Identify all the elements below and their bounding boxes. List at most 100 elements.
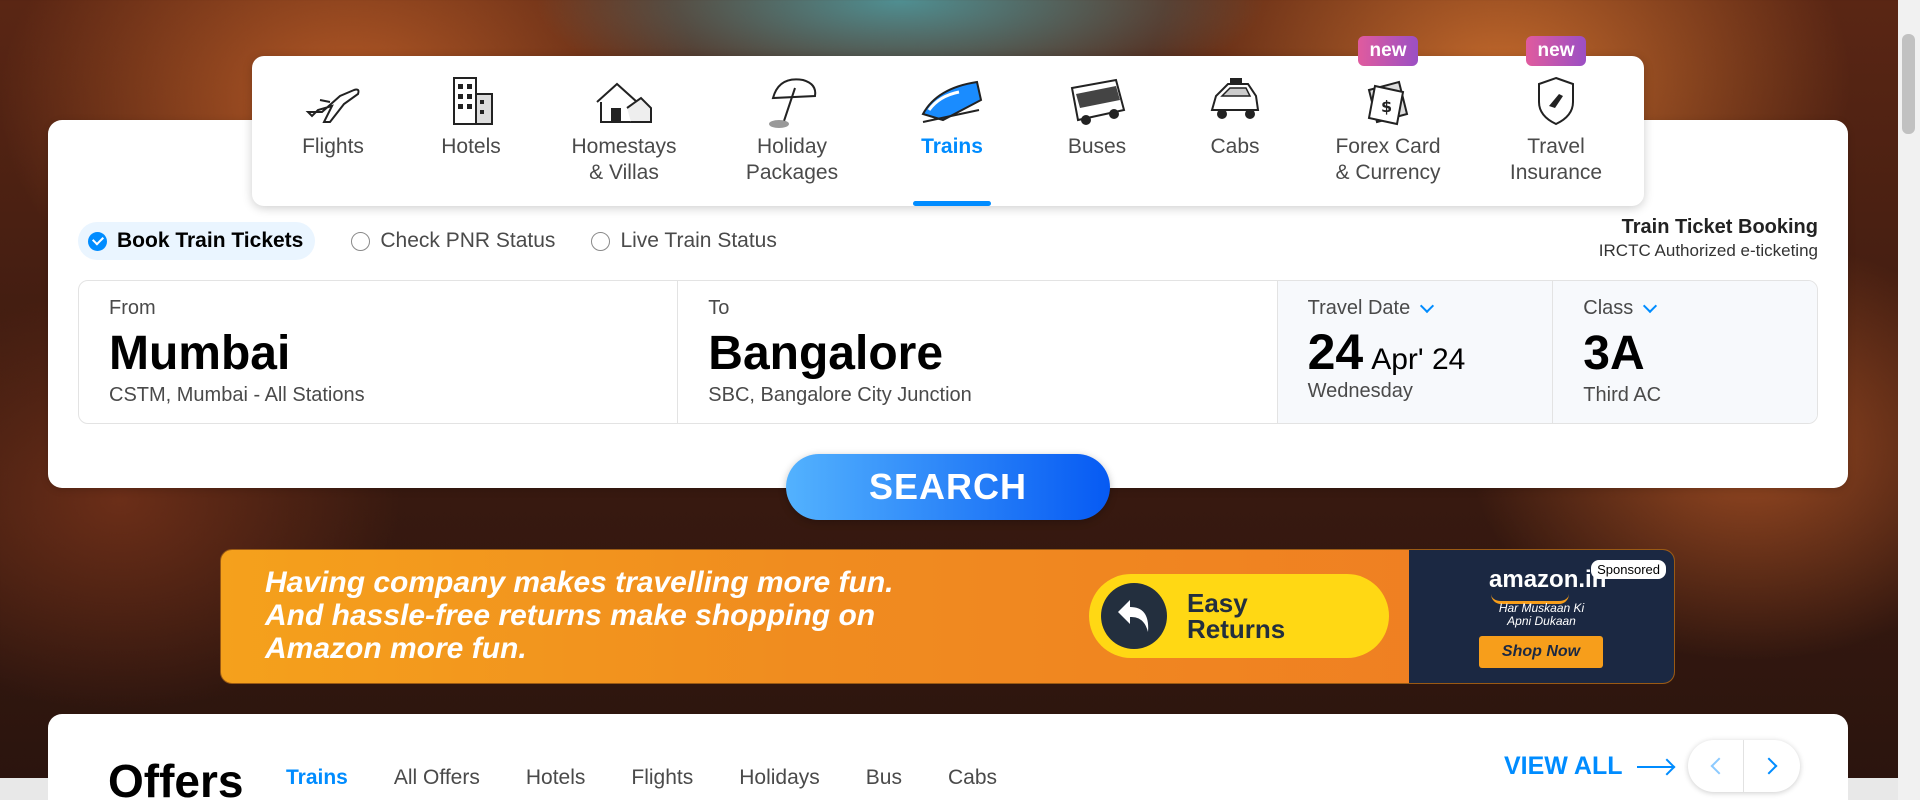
- nav-item-flights[interactable]: Flights: [264, 56, 402, 206]
- nav-item-buses[interactable]: Buses: [1028, 56, 1166, 206]
- ad-line: And hassle-free returns make shopping on: [265, 599, 876, 632]
- nav-item-hotels[interactable]: Hotels: [402, 56, 540, 206]
- nav-label: Holiday Packages: [745, 135, 839, 184]
- class-label-text: Class: [1583, 297, 1634, 319]
- travel-date-label: Travel Date: [1308, 297, 1553, 320]
- radio-icon: [591, 231, 611, 251]
- class-code: 3A: [1583, 327, 1645, 380]
- chevron-right-icon: [1760, 757, 1778, 775]
- offer-tab-trains[interactable]: Trains: [286, 766, 348, 790]
- chevron-down-icon: [1643, 298, 1658, 313]
- nav-label: Flights: [302, 135, 364, 158]
- active-tab-underline: [913, 201, 991, 206]
- to-field[interactable]: To Bangalore SBC, Bangalore City Junctio…: [678, 281, 1278, 423]
- option-label: Live Train Status: [620, 229, 777, 252]
- carousel-prev-button[interactable]: [1688, 740, 1744, 792]
- svg-text:$: $: [1381, 97, 1392, 116]
- offer-tab-all-offers[interactable]: All Offers: [394, 766, 480, 790]
- ad-line: Amazon more fun.: [265, 632, 527, 665]
- hotel-icon: [453, 77, 493, 125]
- to-city: Bangalore: [708, 327, 944, 380]
- cab-icon: [1210, 78, 1260, 119]
- offers-title: Offers: [108, 755, 244, 800]
- shop-now-button[interactable]: Shop Now: [1479, 636, 1603, 668]
- option-book-train-tickets[interactable]: Book Train Tickets: [78, 222, 316, 260]
- irctc-promo: Train Ticket Booking IRCTC Authorized e-…: [1560, 216, 1818, 261]
- offer-tab-cabs[interactable]: Cabs: [948, 766, 997, 790]
- travel-date-field[interactable]: Travel Date 24 Apr' 24 Wednesday: [1277, 281, 1554, 423]
- chevron-left-icon: [1710, 757, 1727, 775]
- amazon-logo: amazon.in: [1489, 566, 1607, 593]
- offer-tab-flights[interactable]: Flights: [631, 766, 693, 790]
- nav-item-holiday-packages[interactable]: Holiday Packages: [708, 56, 876, 206]
- class-label: Class: [1583, 297, 1817, 320]
- nav-item-trains[interactable]: Trains: [876, 56, 1028, 206]
- nav-item-homestays[interactable]: Homestays & Villas: [540, 56, 708, 206]
- amazon-panel: amazon.in Sponsored Har Muskaan Ki Apni …: [1409, 550, 1674, 683]
- arrow-right-icon: [1636, 765, 1673, 768]
- forex-card-icon: $: [1367, 80, 1409, 126]
- travel-date-label-text: Travel Date: [1307, 297, 1411, 319]
- nav-label: Cabs: [1210, 135, 1260, 158]
- plane-icon: [305, 88, 360, 123]
- amazon-ad-banner[interactable]: Having company makes travelling more fun…: [220, 549, 1675, 684]
- radio-checked-icon: [88, 231, 107, 251]
- easy-returns-pill: Easy Returns: [1089, 574, 1389, 658]
- pill-line: Returns: [1187, 614, 1286, 644]
- nav-item-travel-insurance[interactable]: new Travel Insurance: [1472, 36, 1640, 206]
- offer-tabs: Trains All Offers Hotels Flights Holiday…: [286, 766, 1043, 790]
- search-button[interactable]: SEARCH: [786, 454, 1110, 520]
- pill-line: Easy: [1187, 588, 1248, 618]
- amazon-tagline: Har Muskaan Ki Apni Dukaan: [1498, 601, 1585, 628]
- beach-umbrella-icon: [769, 78, 817, 128]
- view-all-label: VIEW ALL: [1504, 752, 1623, 780]
- from-station: CSTM, Mumbai - All Stations: [109, 384, 365, 406]
- class-field[interactable]: Class 3A Third AC: [1553, 281, 1817, 423]
- nav-label: Trains: [921, 135, 983, 158]
- nav-item-forex[interactable]: new $ Forex Card & Currency: [1304, 36, 1472, 206]
- carousel-next-button[interactable]: [1744, 740, 1800, 792]
- promo-title: Train Ticket Booking: [1621, 216, 1818, 238]
- product-nav: Flights Hotels Homestays & Villas Holida…: [252, 36, 1644, 206]
- from-city: Mumbai: [109, 327, 291, 380]
- option-live-train-status[interactable]: Live Train Status: [591, 222, 777, 260]
- nav-label: Travel Insurance: [1509, 135, 1603, 184]
- from-field[interactable]: From Mumbai CSTM, Mumbai - All Stations: [79, 281, 679, 423]
- date-month-year: Apr' 24: [1371, 343, 1466, 376]
- return-arrow-icon: [1101, 583, 1167, 649]
- scrollbar[interactable]: [1898, 0, 1920, 800]
- new-badge: new: [1526, 36, 1586, 66]
- date-value: 24 Apr' 24: [1308, 326, 1553, 378]
- nav-label: Forex Card & Currency: [1335, 135, 1441, 184]
- scrollbar-thumb[interactable]: [1902, 34, 1915, 134]
- promo-subtitle: IRCTC Authorized e-ticketing: [1598, 241, 1818, 260]
- from-label: From: [109, 297, 156, 319]
- offer-tab-holidays[interactable]: Holidays: [739, 766, 820, 790]
- sponsored-badge: Sponsored: [1591, 560, 1666, 579]
- option-check-pnr-status[interactable]: Check PNR Status: [351, 222, 555, 260]
- offer-tab-hotels[interactable]: Hotels: [526, 766, 586, 790]
- nav-label: Buses: [1067, 135, 1127, 158]
- view-all-link[interactable]: VIEW ALL: [1504, 752, 1673, 781]
- train-icon: [921, 80, 983, 123]
- ad-text: Having company makes travelling more fun…: [265, 566, 894, 665]
- to-station: SBC, Bangalore City Junction: [708, 384, 972, 406]
- easy-returns-text: Easy Returns: [1187, 590, 1285, 642]
- date-day: 24: [1307, 324, 1364, 380]
- nav-item-cabs[interactable]: Cabs: [1166, 56, 1304, 206]
- offer-tab-bus[interactable]: Bus: [866, 766, 902, 790]
- offers-section: Offers Trains All Offers Hotels Flights …: [48, 714, 1848, 800]
- class-name: Third AC: [1583, 384, 1662, 406]
- offers-carousel-controls: [1688, 740, 1800, 792]
- bus-icon: [1070, 78, 1126, 125]
- chevron-down-icon: [1420, 298, 1435, 313]
- option-label: Check PNR Status: [380, 229, 556, 252]
- new-badge: new: [1358, 36, 1418, 66]
- to-label: To: [708, 297, 730, 319]
- nav-label: Hotels: [441, 135, 501, 158]
- nav-label: Homestays & Villas: [571, 135, 677, 184]
- radio-icon: [351, 231, 371, 251]
- insurance-shield-icon: [1538, 76, 1574, 126]
- date-weekday: Wednesday: [1307, 380, 1413, 402]
- ad-line: Having company makes travelling more fun…: [265, 566, 894, 599]
